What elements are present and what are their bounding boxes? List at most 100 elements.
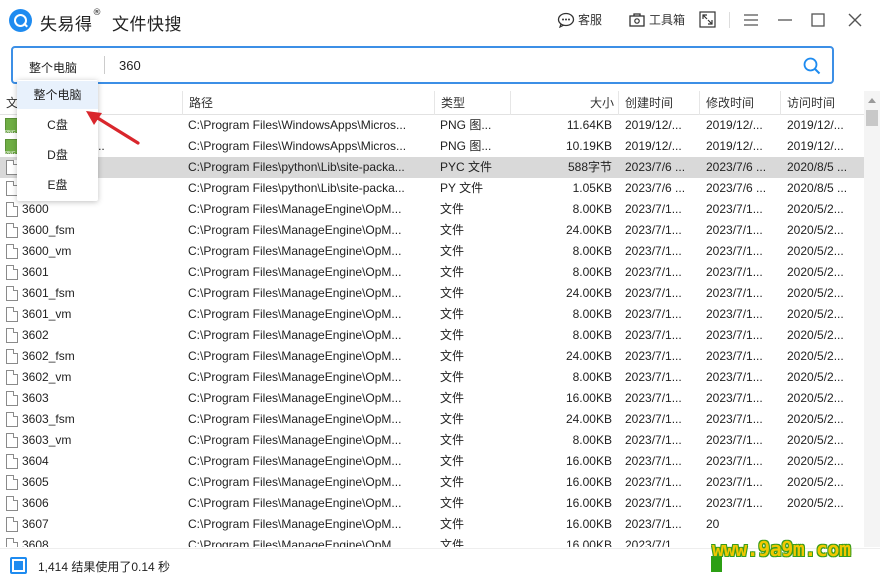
cell-path: C:\Program Files\ManageEngine\OpM... bbox=[188, 454, 402, 468]
cell-type: 文件 bbox=[440, 391, 465, 405]
results-icon bbox=[10, 557, 27, 574]
column-header-created[interactable]: 创建时间 bbox=[618, 91, 699, 115]
cell-accessed: 2019/12/... bbox=[787, 139, 844, 153]
column-header-type[interactable]: 类型 bbox=[434, 91, 510, 115]
cell-type: 文件 bbox=[440, 202, 465, 216]
scope-option-e[interactable]: E盘 bbox=[17, 171, 98, 199]
file-icon bbox=[6, 496, 18, 511]
maximize-icon[interactable] bbox=[808, 10, 828, 30]
file-icon bbox=[6, 307, 18, 322]
file-icon bbox=[6, 475, 18, 490]
customer-service-label: 客服 bbox=[578, 13, 603, 27]
cell-name: 3601_fsm bbox=[22, 286, 75, 300]
cell-path: C:\Program Files\ManageEngine\OpM... bbox=[188, 370, 402, 384]
vertical-scrollbar[interactable] bbox=[864, 91, 880, 547]
annotation-arrow-icon bbox=[86, 111, 140, 145]
cell-type: PNG 图... bbox=[440, 139, 492, 153]
column-header-size[interactable]: 大小 bbox=[510, 91, 618, 115]
scrollbar-thumb[interactable] bbox=[866, 110, 878, 126]
file-icon bbox=[6, 328, 18, 343]
cell-accessed: 2020/5/2... bbox=[787, 328, 844, 342]
cell-size: 16.00KB bbox=[565, 475, 612, 489]
search-icon[interactable] bbox=[802, 56, 822, 76]
cell-name: 3605 bbox=[22, 475, 49, 489]
cell-created: 2023/7/1... bbox=[625, 307, 682, 321]
menu-icon[interactable] bbox=[741, 10, 761, 30]
table-row[interactable]: 3603_vm C:\Program Files\ManageEngine\OpM… bbox=[0, 430, 864, 451]
cell-path: C:\Program Files\ManageEngine\OpM... bbox=[188, 265, 402, 279]
table-row[interactable]: 3607 C:\Program Files\ManageEngine\OpM...… bbox=[0, 514, 864, 535]
cell-type: 文件 bbox=[440, 223, 465, 237]
table-row[interactable]: 3603 C:\Program Files\ManageEngine\OpM...… bbox=[0, 388, 864, 409]
cell-modified: 2023/7/6 ... bbox=[706, 160, 767, 174]
cell-type: 文件 bbox=[440, 433, 465, 447]
cell-name: 3603 bbox=[22, 391, 49, 405]
cell-accessed: 2020/5/2... bbox=[787, 433, 844, 447]
table-row[interactable]: 3601_vm C:\Program Files\ManageEngine\OpM… bbox=[0, 304, 864, 325]
cell-accessed: 2020/5/2... bbox=[787, 202, 844, 216]
cell-name: 3600_fsm bbox=[22, 223, 75, 237]
cell-accessed: 2020/8/5 ... bbox=[787, 160, 848, 174]
table-row[interactable]: 3600_fsm C:\Program Files\ManageEngine\Op… bbox=[0, 220, 864, 241]
table-row[interactable]: non-38.pycC:\Program Files\python\Lib\si… bbox=[0, 157, 864, 178]
cell-created: 2023/7/1... bbox=[625, 244, 682, 258]
column-header-modified[interactable]: 修改时间 bbox=[699, 91, 780, 115]
cell-path: C:\Program Files\ManageEngine\OpM... bbox=[188, 517, 402, 531]
cell-type: PNG 图... bbox=[440, 118, 492, 132]
cell-size: 8.00KB bbox=[572, 265, 612, 279]
cell-created: 2023/7/1... bbox=[625, 349, 682, 363]
cell-name: 3601_vm bbox=[22, 307, 72, 321]
table-row[interactable]: C:\Program Files\python\Lib\site-packa..… bbox=[0, 178, 864, 199]
cell-modified: 2023/7/1... bbox=[706, 328, 763, 342]
cell-name: 3602_vm bbox=[22, 370, 72, 384]
scope-select[interactable]: 整个电脑 bbox=[29, 59, 77, 76]
mini-mode-icon[interactable] bbox=[698, 10, 718, 30]
table-row[interactable]: 3602_vm C:\Program Files\ManageEngine\OpM… bbox=[0, 367, 864, 388]
app-subtitle: 文件快搜 bbox=[112, 15, 182, 35]
table-row[interactable]: 3602_fsm C:\Program Files\ManageEngine\Op… bbox=[0, 346, 864, 367]
app-title: 失易得® 文件快搜 bbox=[40, 8, 182, 35]
cell-type: 文件 bbox=[440, 265, 465, 279]
cell-created: 2023/7/1... bbox=[625, 286, 682, 300]
file-icon bbox=[6, 349, 18, 364]
cell-modified: 2023/7/1... bbox=[706, 370, 763, 384]
cell-type: 文件 bbox=[440, 496, 465, 510]
table-row[interactable]: 3603_fsm C:\Program Files\ManageEngine\Op… bbox=[0, 409, 864, 430]
cell-size: 8.00KB bbox=[572, 202, 612, 216]
cell-modified: 2023/7/1... bbox=[706, 265, 763, 279]
table-row[interactable]: 3601 C:\Program Files\ManageEngine\OpM...… bbox=[0, 262, 864, 283]
app-name: 失易得 bbox=[40, 15, 93, 35]
table-row[interactable]: 3600_vm C:\Program Files\ManageEngine\OpM… bbox=[0, 241, 864, 262]
column-header-path[interactable]: 路径 bbox=[182, 91, 434, 115]
table-row[interactable]: 3605 C:\Program Files\ManageEngine\OpM...… bbox=[0, 472, 864, 493]
cell-path: C:\Program Files\ManageEngine\OpM... bbox=[188, 328, 402, 342]
column-header-accessed[interactable]: 访问时间 bbox=[780, 91, 864, 115]
cell-modified: 2023/7/1... bbox=[706, 202, 763, 216]
toolbox-button[interactable]: 工具箱 bbox=[628, 11, 685, 28]
file-icon bbox=[6, 538, 18, 547]
scope-option-all[interactable]: 整个电脑 bbox=[17, 81, 98, 109]
cell-type: 文件 bbox=[440, 538, 465, 547]
file-icon bbox=[6, 202, 18, 217]
cell-accessed: 2020/5/2... bbox=[787, 391, 844, 405]
table-row[interactable]: 3600 C:\Program Files\ManageEngine\OpM...… bbox=[0, 199, 864, 220]
minimize-icon[interactable] bbox=[775, 10, 795, 30]
cell-size: 8.00KB bbox=[572, 370, 612, 384]
cell-created: 2023/7/1... bbox=[625, 475, 682, 489]
cell-name: 3602 bbox=[22, 328, 49, 342]
table-row[interactable]: 3604 C:\Program Files\ManageEngine\OpM...… bbox=[0, 451, 864, 472]
customer-service-button[interactable]: 客服 bbox=[557, 11, 602, 28]
table-row[interactable]: 3606 C:\Program Files\ManageEngine\OpM...… bbox=[0, 493, 864, 514]
scroll-up-arrow-icon[interactable] bbox=[868, 98, 876, 103]
close-icon[interactable] bbox=[845, 10, 865, 30]
cell-name: 3603_fsm bbox=[22, 412, 75, 426]
cell-accessed: 2020/5/2... bbox=[787, 265, 844, 279]
cell-type: 文件 bbox=[440, 286, 465, 300]
search-input[interactable]: 360 bbox=[119, 58, 141, 73]
table-row[interactable]: 3601_fsm C:\Program Files\ManageEngine\Op… bbox=[0, 283, 864, 304]
cell-path: C:\Program Files\ManageEngine\OpM... bbox=[188, 475, 402, 489]
cell-created: 2023/7/1... bbox=[625, 454, 682, 468]
table-row[interactable]: 3602 C:\Program Files\ManageEngine\OpM...… bbox=[0, 325, 864, 346]
cell-size: 24.00KB bbox=[565, 286, 612, 300]
cell-name: 3606 bbox=[22, 496, 49, 510]
